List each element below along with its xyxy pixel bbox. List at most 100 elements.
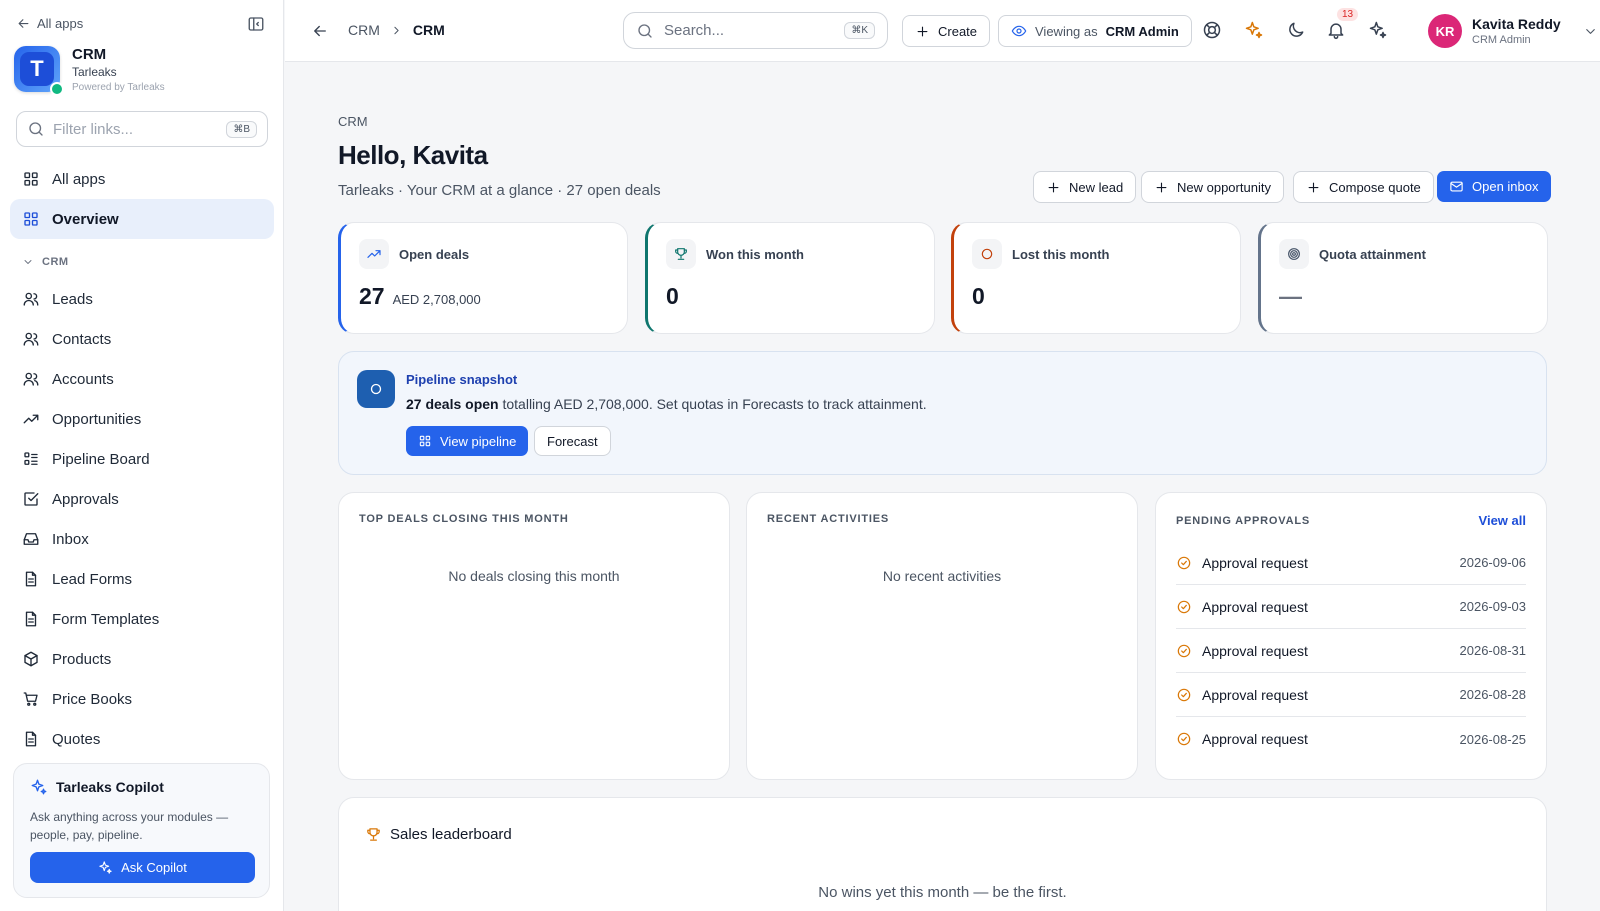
viewing-as-button[interactable]: Viewing as CRM Admin bbox=[998, 15, 1192, 47]
new-opportunity-label: New opportunity bbox=[1177, 179, 1271, 195]
avatar: KR bbox=[1428, 14, 1462, 48]
sidebar-item-price-books[interactable]: Price Books bbox=[10, 679, 274, 719]
new-lead-label: New lead bbox=[1069, 179, 1124, 195]
help-button[interactable] bbox=[1202, 20, 1222, 40]
search-icon bbox=[29, 122, 43, 136]
recent-activities-panel: RECENT ACTIVITIES No recent activities bbox=[746, 492, 1138, 780]
assistant-button[interactable] bbox=[1368, 20, 1388, 40]
pending-approvals-panel: PENDING APPROVALS View all Approval requ… bbox=[1155, 492, 1547, 780]
sidebar-item-overview[interactable]: Overview bbox=[10, 199, 274, 239]
open-inbox-button[interactable]: Open inbox bbox=[1437, 171, 1551, 202]
viewing-as-role: CRM Admin bbox=[1105, 23, 1179, 39]
search-shortcut: ⌘K bbox=[844, 22, 875, 39]
sidebar-section-crm[interactable]: CRM bbox=[22, 256, 69, 268]
plus-icon bbox=[1308, 182, 1319, 192]
snapshot-title: Pipeline snapshot bbox=[406, 372, 518, 387]
sidebar-item-label: Contacts bbox=[52, 330, 112, 348]
sidebar-item-products[interactable]: Products bbox=[10, 639, 274, 679]
sidebar-item-label: Price Books bbox=[52, 690, 133, 708]
empty-state: No deals closing this month bbox=[448, 568, 620, 584]
sidebar-item-accounts[interactable]: Accounts bbox=[10, 359, 274, 399]
approval-row[interactable]: Approval request 2026-08-31 bbox=[1176, 629, 1526, 673]
copilot-description: Ask anything across your modules — peopl… bbox=[30, 810, 229, 842]
back-button[interactable] bbox=[311, 22, 329, 40]
new-lead-button[interactable]: New lead bbox=[1033, 171, 1137, 203]
users-icon bbox=[23, 372, 39, 386]
sidebar-item-contacts[interactable]: Contacts bbox=[10, 319, 274, 359]
app-header: T CRM Tarleaks Powered by Tarleaks bbox=[14, 46, 165, 96]
ai-sparkle-button[interactable] bbox=[1244, 20, 1264, 40]
snapshot-badge bbox=[357, 370, 395, 408]
sidebar-item-label: Lead Forms bbox=[52, 570, 133, 588]
kpi-label: Won this month bbox=[706, 246, 804, 262]
compose-quote-button[interactable]: Compose quote bbox=[1293, 171, 1434, 203]
kpi-label: Open deals bbox=[399, 246, 470, 262]
check-circle-icon bbox=[1177, 732, 1191, 746]
filter-links-input[interactable]: Filter links... ⌘B bbox=[16, 111, 268, 147]
approval-date: 2026-08-31 bbox=[1459, 643, 1527, 658]
compose-quote-label: Compose quote bbox=[1329, 179, 1421, 195]
view-pipeline-button[interactable]: View pipeline bbox=[406, 426, 529, 456]
trophy-icon bbox=[675, 248, 687, 260]
sparkles-icon bbox=[1245, 21, 1263, 39]
sidebar-item-approvals[interactable]: Approvals bbox=[10, 479, 274, 519]
grid-icon bbox=[24, 212, 38, 226]
file-icon bbox=[25, 731, 37, 747]
box-icon bbox=[24, 651, 38, 667]
sidebar-item-quotes[interactable]: Quotes bbox=[10, 719, 274, 759]
new-opportunity-button[interactable]: New opportunity bbox=[1141, 171, 1284, 203]
pipeline-snapshot-card: Pipeline snapshot 27 deals open totallin… bbox=[338, 351, 1547, 475]
kpi-won-this-month[interactable]: Won this month 0 bbox=[645, 222, 935, 334]
panel-title: RECENT ACTIVITIES bbox=[767, 513, 889, 525]
list-icon bbox=[24, 452, 38, 465]
sidebar-item-inbox[interactable]: Inbox bbox=[10, 519, 274, 559]
trending-up-icon bbox=[23, 414, 39, 424]
panel-title: PENDING APPROVALS bbox=[1176, 515, 1311, 527]
sidebar-item-label: Overview bbox=[52, 210, 119, 228]
breadcrumb-item[interactable]: CRM bbox=[348, 22, 380, 38]
all-apps-back-link[interactable]: All apps bbox=[16, 16, 83, 31]
user-menu[interactable]: KR Kavita Reddy CRM Admin bbox=[1428, 14, 1598, 48]
forecast-button[interactable]: Forecast bbox=[534, 426, 611, 456]
viewing-as-prefix: Viewing as bbox=[1035, 23, 1098, 39]
create-button[interactable]: Create bbox=[902, 15, 991, 47]
ask-copilot-button[interactable]: Ask Copilot bbox=[30, 852, 255, 883]
app-logo-letter: T bbox=[20, 52, 54, 86]
file-icon bbox=[25, 611, 37, 627]
open-inbox-label: Open inbox bbox=[1472, 179, 1539, 194]
kpi-lost-this-month[interactable]: Lost this month 0 bbox=[951, 222, 1241, 334]
page-crumb: CRM bbox=[338, 114, 368, 129]
collapse-sidebar-button[interactable] bbox=[247, 15, 265, 33]
approval-row[interactable]: Approval request 2026-08-28 bbox=[1176, 673, 1526, 717]
view-all-approvals-link[interactable]: View all bbox=[1479, 513, 1526, 528]
ask-copilot-label: Ask Copilot bbox=[121, 860, 187, 875]
sidebar-item-form-templates[interactable]: Form Templates bbox=[10, 599, 274, 639]
sidebar-item-all-apps[interactable]: All apps bbox=[10, 159, 274, 199]
mail-icon bbox=[1450, 181, 1463, 192]
snapshot-bold: 27 deals open bbox=[406, 396, 499, 412]
status-dot-icon bbox=[50, 82, 64, 96]
sidebar-item-leads[interactable]: Leads bbox=[10, 279, 274, 319]
sidebar-collapse-icon bbox=[248, 17, 264, 31]
top-deals-panel: TOP DEALS CLOSING THIS MONTH No deals cl… bbox=[338, 492, 730, 780]
grid-icon bbox=[24, 172, 38, 186]
kpi-open-deals[interactable]: Open deals 27 AED 2,708,000 bbox=[338, 222, 628, 334]
sidebar-item-pipeline-board[interactable]: Pipeline Board bbox=[10, 439, 274, 479]
moon-icon bbox=[1289, 22, 1304, 37]
page-subtitle: Tarleaks · Your CRM at a glance · 27 ope… bbox=[338, 182, 661, 199]
approval-label: Approval request bbox=[1202, 686, 1308, 703]
breadcrumb-current: CRM bbox=[412, 22, 445, 38]
forecast-label: Forecast bbox=[547, 433, 598, 449]
sidebar-section-label: CRM bbox=[42, 256, 69, 268]
sidebar-item-lead-forms[interactable]: Lead Forms bbox=[10, 559, 274, 599]
notifications-button[interactable] bbox=[1326, 20, 1346, 40]
approval-row[interactable]: Approval request 2026-09-06 bbox=[1176, 541, 1526, 585]
global-search-input[interactable]: Search... ⌘K bbox=[623, 12, 888, 49]
check-circle-icon bbox=[1177, 556, 1191, 569]
sidebar-item-opportunities[interactable]: Opportunities bbox=[10, 399, 274, 439]
kpi-quota-attainment[interactable]: Quota attainment — bbox=[1258, 222, 1548, 334]
check-square-icon bbox=[24, 492, 39, 506]
approval-row[interactable]: Approval request 2026-09-03 bbox=[1176, 585, 1526, 629]
approval-row[interactable]: Approval request 2026-08-25 bbox=[1176, 717, 1526, 761]
dark-mode-toggle[interactable] bbox=[1286, 20, 1306, 40]
